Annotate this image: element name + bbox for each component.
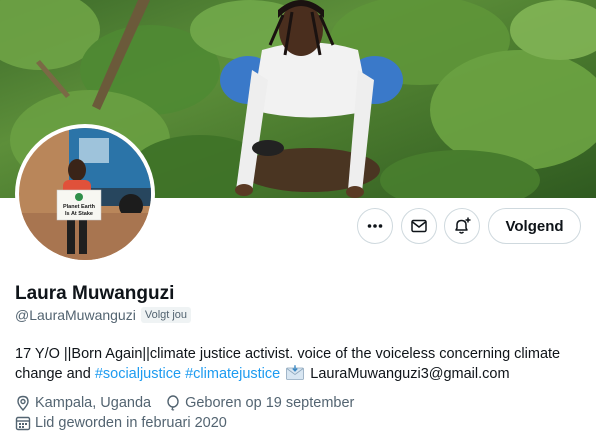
profile-bio: 17 Y/O ||Born Again||climate justice act… [15,344,585,384]
hashtag-link[interactable]: #climatejustice [185,366,280,382]
avatar-frame[interactable]: Planet Earth Is At Stake [15,124,155,264]
location: Kampala, Uganda [15,395,151,411]
birthday-text: Geboren op 19 september [185,395,355,411]
bell-plus-icon [455,217,471,234]
more-dots-icon [367,224,383,228]
user-handle: @LauraMuwanguzi [15,307,136,323]
join-date-text: Lid geworden in februari 2020 [35,415,227,431]
bio-email: LauraMuwanguzi3@gmail.com [310,366,510,382]
location-pin-icon [17,395,29,411]
envelope-icon [411,219,427,233]
join-date: Lid geworden in februari 2020 [15,415,227,431]
birthday: Geboren op 19 september [165,395,354,411]
profile-meta: Kampala, Uganda Geboren op 19 september [15,395,368,411]
incoming-envelope-icon [286,365,305,380]
avatar[interactable]: Planet Earth Is At Stake [19,128,151,260]
more-button[interactable] [357,208,393,244]
hashtag-link[interactable]: #socialjustice [95,366,181,382]
svg-text:Is At Stake: Is At Stake [65,211,93,217]
location-text: Kampala, Uganda [35,395,152,411]
message-button[interactable] [401,208,437,244]
svg-text:Planet Earth: Planet Earth [63,204,96,210]
balloon-icon [167,395,179,411]
calendar-icon [15,416,31,431]
following-button[interactable]: Volgend [488,208,581,244]
profile-meta-joined: Lid geworden in februari 2020 [15,415,241,431]
display-name: Laura Muwanguzi [15,283,175,304]
notify-button[interactable] [444,208,480,244]
follows-you-badge: Volgt jou [140,307,192,323]
handle-row: @LauraMuwanguzi Volgt jou [15,307,192,323]
avatar-photo: Planet Earth Is At Stake [19,128,151,260]
